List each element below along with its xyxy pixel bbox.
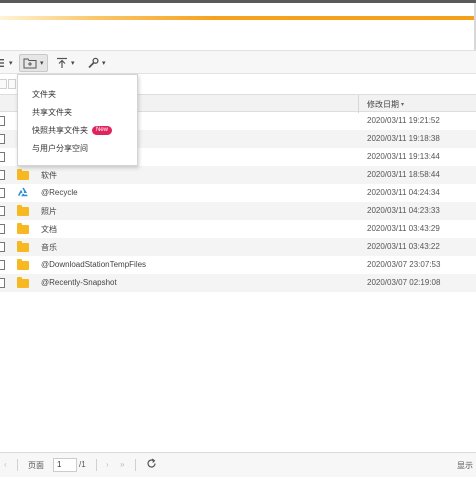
file-name: 文档	[41, 225, 57, 234]
table-row[interactable]: 文档 2020/03/11 03:43:29	[0, 220, 476, 238]
tools-icon	[87, 57, 99, 69]
row-checkbox[interactable]	[0, 242, 5, 252]
folder-icon	[17, 241, 29, 253]
row-checkbox[interactable]	[0, 188, 5, 198]
list-icon	[0, 58, 6, 68]
file-date: 2020/03/11 19:13:44	[367, 152, 440, 161]
column-divider	[358, 95, 359, 113]
file-date: 2020/03/11 19:18:38	[367, 134, 440, 143]
file-name: 照片	[41, 207, 57, 216]
divider	[17, 459, 18, 471]
menu-item-snapshot-shared-folder[interactable]: 快照共享文件夹 New	[32, 125, 113, 136]
menu-item-label: 共享文件夹	[32, 108, 72, 117]
folder-icon	[17, 259, 29, 271]
file-name: @Recently-Snapshot	[41, 278, 117, 287]
menu-item-label: 文件夹	[32, 90, 56, 99]
chevron-down-icon: ▾	[9, 60, 13, 67]
table-row[interactable]: @Recycle 2020/03/11 04:24:34	[0, 184, 476, 202]
file-date: 2020/03/07 02:19:08	[367, 278, 441, 287]
menu-item-label: 与用户分享空间	[32, 144, 88, 153]
new-badge: New	[92, 126, 113, 135]
next-page-button[interactable]: ›	[106, 460, 109, 469]
row-checkbox[interactable]	[0, 170, 5, 180]
accent-stripe	[0, 16, 476, 20]
folder-icon	[17, 277, 29, 289]
row-checkbox[interactable]	[0, 206, 5, 216]
folder-icon	[17, 205, 29, 217]
recycle-icon	[17, 187, 29, 199]
file-date: 2020/03/11 03:43:29	[367, 224, 440, 233]
table-row[interactable]: 音乐 2020/03/11 03:43:22	[0, 238, 476, 256]
row-checkbox[interactable]	[0, 224, 5, 234]
create-button[interactable]: ▾	[19, 54, 48, 72]
page-number-input[interactable]: 1	[53, 458, 77, 472]
upload-icon	[56, 57, 68, 69]
table-row[interactable]: 照片 2020/03/11 04:23:33	[0, 202, 476, 220]
sort-down-icon: ▾	[401, 102, 405, 108]
upload-button[interactable]: ▾	[56, 54, 75, 72]
view-mode-button[interactable]: ▾	[0, 54, 13, 72]
chevron-down-icon: ▾	[71, 60, 75, 67]
file-name: 软件	[41, 171, 57, 180]
modified-date-column-header[interactable]: 修改日期 ▾	[367, 99, 404, 110]
folder-icon	[17, 223, 29, 235]
file-name: @Recycle	[41, 188, 78, 197]
row-checkbox[interactable]	[0, 260, 5, 270]
previous-page-button[interactable]: ‹	[4, 460, 7, 469]
tools-button[interactable]: ▾	[87, 54, 106, 72]
create-dropdown-menu: 文件夹 共享文件夹 快照共享文件夹 New 与用户分享空间	[17, 74, 138, 166]
display-status-text: 显示	[457, 461, 473, 470]
chevron-down-icon: ▾	[40, 60, 44, 67]
table-row[interactable]: @DownloadStationTempFiles 2020/03/07 23:…	[0, 256, 476, 274]
forward-button[interactable]	[8, 79, 16, 89]
modified-date-header-label: 修改日期	[367, 100, 399, 109]
file-date: 2020/03/11 19:21:52	[367, 116, 440, 125]
row-checkbox[interactable]	[0, 152, 5, 162]
file-date: 2020/03/11 03:43:22	[367, 242, 440, 251]
file-date: 2020/03/07 23:07:53	[367, 260, 441, 269]
row-checkbox[interactable]	[0, 278, 5, 288]
table-row[interactable]: @Recently-Snapshot 2020/03/07 02:19:08	[0, 274, 476, 292]
menu-item-label: 快照共享文件夹	[32, 126, 88, 135]
file-name: @DownloadStationTempFiles	[41, 260, 147, 269]
file-name: 音乐	[41, 243, 57, 252]
file-date: 2020/03/11 04:24:34	[367, 188, 440, 197]
window-top-border	[0, 0, 476, 3]
row-checkbox[interactable]	[0, 116, 5, 126]
page-total: /1	[79, 460, 86, 469]
pagination-bar: ‹ 页面 1 /1 › » 显示	[0, 452, 476, 477]
row-checkbox[interactable]	[0, 134, 5, 144]
folder-icon	[17, 169, 29, 181]
file-date: 2020/03/11 04:23:33	[367, 206, 440, 215]
divider	[135, 459, 136, 471]
app-header	[0, 0, 476, 50]
refresh-icon[interactable]	[146, 458, 157, 471]
page-label: 页面	[28, 461, 44, 470]
chevron-down-icon: ▾	[102, 60, 106, 67]
file-date: 2020/03/11 18:58:44	[367, 170, 440, 179]
new-folder-icon	[23, 57, 37, 69]
menu-item-share-space[interactable]: 与用户分享空间	[32, 143, 88, 154]
last-page-button[interactable]: »	[120, 460, 124, 469]
table-row[interactable]: 软件 2020/03/11 18:58:44	[0, 166, 476, 184]
menu-item-folder[interactable]: 文件夹	[32, 89, 56, 100]
back-button[interactable]	[0, 79, 7, 89]
divider	[96, 459, 97, 471]
menu-item-shared-folder[interactable]: 共享文件夹	[32, 107, 72, 118]
toolbar: ▾ ▾ ▾ ▾	[0, 50, 476, 74]
